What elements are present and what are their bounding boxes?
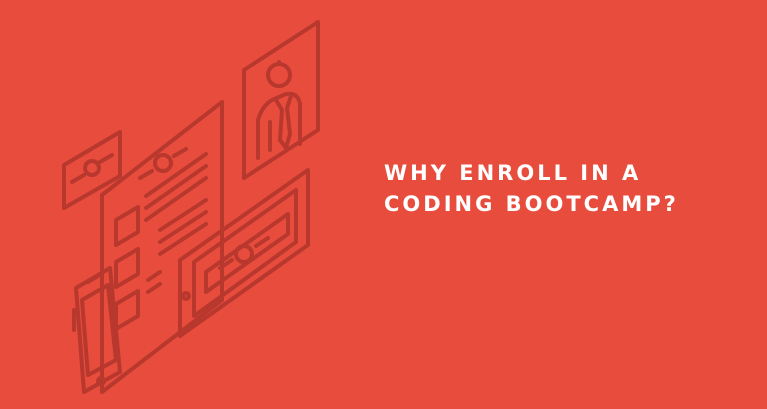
smartphone-icon [72, 266, 122, 394]
tablet-icon [178, 168, 310, 338]
headline: WHY ENROLL IN A CODING BOOTCAMP? [384, 158, 744, 220]
hero-banner: WHY ENROLL IN A CODING BOOTCAMP? [0, 0, 767, 409]
headline-line-2: CODING BOOTCAMP? [384, 192, 679, 216]
portrait-frame-icon [242, 20, 320, 180]
devices-illustration [62, 20, 320, 394]
card-icon [62, 130, 122, 210]
headline-line-1: WHY ENROLL IN A [384, 161, 642, 185]
